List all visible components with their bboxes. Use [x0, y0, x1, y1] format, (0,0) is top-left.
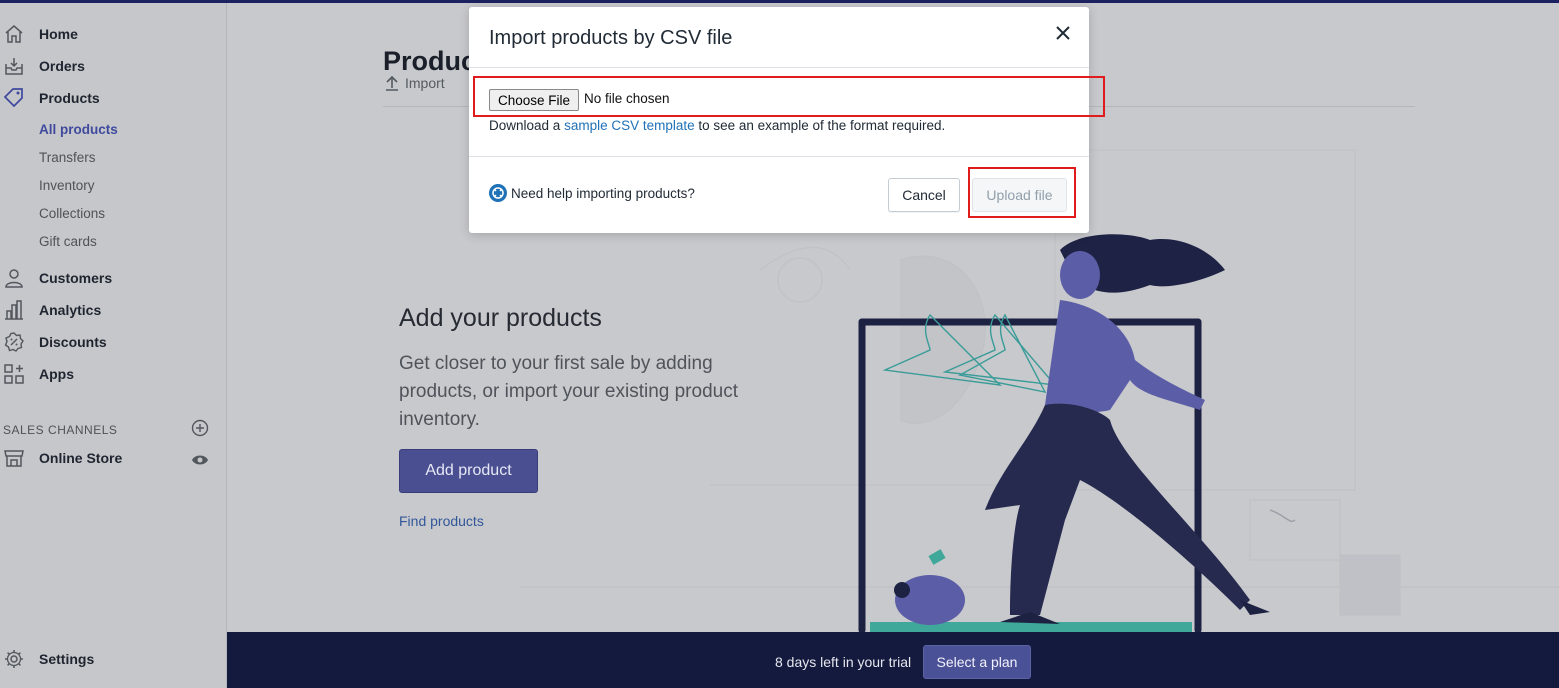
select-plan-button[interactable]: Select a plan — [923, 645, 1031, 679]
gear-icon — [5, 650, 23, 668]
help-icon — [489, 184, 507, 202]
orders-icon — [5, 58, 23, 75]
modal-title: Import products by CSV file — [489, 27, 733, 49]
sales-channels-title: SALES CHANNELS — [3, 423, 118, 437]
page-title: Produc — [383, 46, 477, 77]
help-link-label: Need help importing products? — [511, 185, 695, 201]
find-products-link[interactable]: Find products — [399, 513, 484, 529]
empty-state-description: Get closer to your first sale by adding … — [399, 353, 738, 430]
sidebar-subitem-inventory[interactable]: Inventory — [39, 178, 95, 193]
sidebar-subitem-transfers[interactable]: Transfers — [39, 150, 96, 165]
sidebar-subitem-collections[interactable]: Collections — [39, 206, 105, 221]
sidebar-item-label: Discounts — [39, 334, 107, 350]
apps-grid-icon — [4, 364, 24, 384]
sidebar-subitem-gift-cards[interactable]: Gift cards — [39, 234, 97, 249]
store-icon — [4, 450, 24, 467]
home-icon — [5, 25, 23, 43]
sidebar-item-settings[interactable]: Settings — [0, 645, 226, 673]
modal-divider-bottom — [469, 156, 1089, 157]
sidebar-item-label: Online Store — [39, 450, 123, 466]
import-modal: Import products by CSV file Choose File … — [469, 7, 1089, 233]
sidebar-item-customers[interactable]: Customers — [0, 264, 226, 292]
sidebar-item-apps[interactable]: Apps — [0, 360, 226, 388]
upload-file-button[interactable]: Upload file — [972, 178, 1067, 212]
sidebar-item-products[interactable]: Products — [0, 84, 226, 112]
csv-help-suffix: to see an example of the format required… — [694, 118, 946, 133]
sidebar-item-analytics[interactable]: Analytics — [0, 296, 226, 324]
discount-icon — [4, 332, 24, 352]
modal-divider-top — [469, 67, 1089, 68]
sidebar-item-label: Apps — [39, 366, 74, 382]
choose-file-button[interactable]: Choose File — [489, 89, 579, 111]
sidebar-item-label: Products — [39, 90, 100, 106]
sidebar-item-discounts[interactable]: Discounts — [0, 328, 226, 356]
eye-icon[interactable] — [191, 451, 209, 469]
csv-help-text: Download a sample CSV template to see an… — [489, 118, 945, 133]
sidebar-item-label: Settings — [39, 651, 95, 667]
sidebar-item-label: Customers — [39, 270, 113, 286]
sidebar-item-home[interactable]: Home — [0, 20, 226, 48]
file-status: No file chosen — [584, 91, 670, 106]
close-icon[interactable] — [1053, 23, 1073, 43]
person-icon — [5, 269, 23, 288]
add-channel-icon[interactable] — [191, 419, 209, 437]
sidebar-subitem-all-products[interactable]: All products — [39, 122, 118, 137]
upload-arrow-icon — [386, 75, 398, 91]
tag-icon — [3, 88, 23, 108]
sidebar-item-label: Orders — [39, 58, 85, 74]
add-product-button[interactable]: Add product — [399, 449, 538, 493]
csv-help-prefix: Download a — [489, 118, 565, 133]
import-button[interactable]: Import — [385, 75, 445, 91]
sidebar-item-label: Analytics — [39, 302, 102, 318]
sidebar: Home Orders Products All products Transf… — [0, 3, 227, 688]
empty-state-title: Add your products — [399, 304, 602, 332]
cancel-button[interactable]: Cancel — [888, 178, 960, 212]
trial-text: 8 days left in your trial — [775, 654, 912, 670]
sidebar-item-orders[interactable]: Orders — [0, 52, 226, 80]
help-importing-link[interactable]: Need help importing products? — [489, 184, 695, 202]
import-label: Import — [405, 75, 445, 91]
sidebar-item-label: Home — [39, 26, 78, 42]
sample-csv-link[interactable]: sample CSV template — [564, 118, 695, 133]
bar-chart-icon — [5, 300, 23, 320]
